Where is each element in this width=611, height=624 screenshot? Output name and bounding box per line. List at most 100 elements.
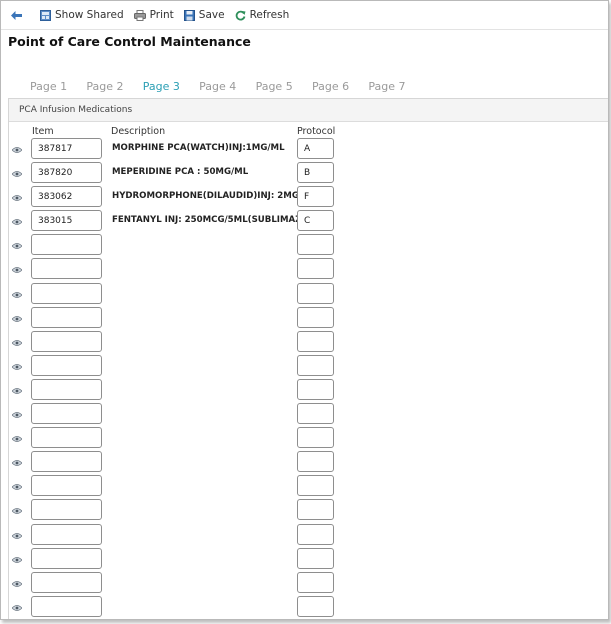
- table-row: [9, 571, 608, 595]
- view-eye-icon[interactable]: [11, 553, 23, 566]
- save-disk-icon: [183, 9, 195, 21]
- view-eye-icon[interactable]: [11, 601, 23, 614]
- refresh-button[interactable]: Refresh: [235, 9, 290, 21]
- toolbar: Show Shared Print Save Refresh: [1, 1, 608, 30]
- view-eye-icon[interactable]: [11, 143, 23, 156]
- view-eye-icon[interactable]: [11, 504, 23, 517]
- protocol-input[interactable]: [297, 306, 334, 328]
- item-input[interactable]: [31, 162, 102, 184]
- view-eye-icon[interactable]: [11, 239, 23, 252]
- item-input[interactable]: [31, 475, 102, 497]
- protocol-input[interactable]: [297, 282, 334, 304]
- save-label: Save: [198, 9, 225, 21]
- item-input[interactable]: [31, 210, 102, 232]
- description-text: MEPERIDINE PCA : 50MG/ML: [112, 167, 249, 178]
- item-input[interactable]: [31, 282, 102, 304]
- medication-rows: MORPHINE PCA(WATCH)INJ:1MG/ML MEPERIDINE …: [9, 137, 608, 619]
- protocol-input[interactable]: [297, 523, 334, 545]
- protocol-input[interactable]: [297, 499, 334, 521]
- column-header-item: Item: [32, 126, 54, 137]
- protocol-input[interactable]: [297, 258, 334, 280]
- item-input[interactable]: [31, 258, 102, 280]
- refresh-label: Refresh: [249, 9, 290, 21]
- table-row: [9, 330, 608, 354]
- item-input[interactable]: [31, 451, 102, 473]
- table-row: [9, 595, 608, 619]
- protocol-input[interactable]: [297, 571, 334, 593]
- show-shared-button[interactable]: Show Shared: [40, 9, 124, 21]
- item-input[interactable]: [31, 547, 102, 569]
- item-input[interactable]: [31, 234, 102, 256]
- protocol-input[interactable]: [297, 138, 334, 159]
- back-arrow-icon[interactable]: [11, 10, 26, 20]
- view-eye-icon[interactable]: [11, 191, 23, 204]
- view-eye-icon[interactable]: [11, 408, 23, 421]
- table-row: [9, 547, 608, 571]
- view-eye-icon[interactable]: [11, 336, 23, 349]
- view-eye-icon[interactable]: [11, 432, 23, 445]
- table-row: [9, 306, 608, 330]
- view-eye-icon[interactable]: [11, 215, 23, 228]
- item-input[interactable]: [31, 354, 102, 376]
- show-shared-icon: [40, 9, 51, 21]
- view-eye-icon[interactable]: [11, 529, 23, 542]
- item-input[interactable]: [31, 499, 102, 521]
- protocol-input[interactable]: [297, 403, 334, 425]
- view-eye-icon[interactable]: [11, 480, 23, 493]
- description-text: MORPHINE PCA(WATCH)INJ:1MG/ML: [112, 143, 285, 153]
- item-input[interactable]: [31, 595, 102, 617]
- panel-header: PCA Infusion Medications: [9, 99, 608, 122]
- view-eye-icon[interactable]: [11, 384, 23, 397]
- item-input[interactable]: [31, 306, 102, 328]
- table-row: [9, 426, 608, 450]
- column-header-description: Description: [111, 126, 166, 137]
- protocol-input[interactable]: [297, 451, 334, 473]
- view-eye-icon[interactable]: [11, 167, 23, 180]
- view-eye-icon[interactable]: [11, 456, 23, 469]
- table-row: [9, 282, 608, 306]
- item-input[interactable]: [31, 186, 102, 208]
- protocol-input[interactable]: [297, 210, 334, 232]
- view-eye-icon[interactable]: [11, 312, 23, 325]
- description-text: HYDROMORPHONE(DILAUDID)INJ: 2MG/ML: [112, 191, 317, 202]
- table-row: FENTANYL INJ: 250MCG/5ML(SUBLIMAZE): [9, 209, 608, 233]
- table-row: [9, 523, 608, 547]
- item-input[interactable]: [31, 571, 102, 593]
- refresh-icon: [235, 10, 246, 20]
- protocol-input[interactable]: [297, 547, 334, 569]
- pca-infusion-panel: PCA Infusion Medications Item Descriptio…: [8, 98, 608, 619]
- view-eye-icon[interactable]: [11, 577, 23, 590]
- view-eye-icon[interactable]: [11, 360, 23, 373]
- protocol-input[interactable]: [297, 186, 334, 208]
- protocol-input[interactable]: [297, 234, 334, 256]
- protocol-input[interactable]: [297, 378, 334, 400]
- table-row: [9, 233, 608, 257]
- table-row: HYDROMORPHONE(DILAUDID)INJ: 2MG/ML: [9, 185, 608, 209]
- protocol-input[interactable]: [297, 427, 334, 449]
- table-row: MORPHINE PCA(WATCH)INJ:1MG/ML: [9, 137, 608, 161]
- item-input[interactable]: [31, 138, 102, 159]
- table-row: [9, 498, 608, 522]
- save-button[interactable]: Save: [183, 9, 225, 21]
- item-input[interactable]: [31, 427, 102, 449]
- item-input[interactable]: [31, 378, 102, 400]
- item-input[interactable]: [31, 403, 102, 425]
- view-eye-icon[interactable]: [11, 263, 23, 276]
- protocol-input[interactable]: [297, 354, 334, 376]
- protocol-input[interactable]: [297, 475, 334, 497]
- item-input[interactable]: [31, 330, 102, 352]
- view-eye-icon[interactable]: [11, 288, 23, 301]
- table-row: MEPERIDINE PCA : 50MG/ML: [9, 161, 608, 185]
- table-row: [9, 474, 608, 498]
- page-title: Point of Care Control Maintenance: [8, 34, 251, 49]
- protocol-input[interactable]: [297, 330, 334, 352]
- table-row: [9, 354, 608, 378]
- print-label: Print: [149, 9, 174, 21]
- description-text: FENTANYL INJ: 250MCG/5ML(SUBLIMAZE): [112, 215, 312, 226]
- print-button[interactable]: Print: [133, 9, 174, 21]
- protocol-input[interactable]: [297, 162, 334, 184]
- protocol-input[interactable]: [297, 595, 334, 617]
- table-row: [9, 257, 608, 281]
- item-input[interactable]: [31, 523, 102, 545]
- show-shared-label: Show Shared: [55, 9, 124, 21]
